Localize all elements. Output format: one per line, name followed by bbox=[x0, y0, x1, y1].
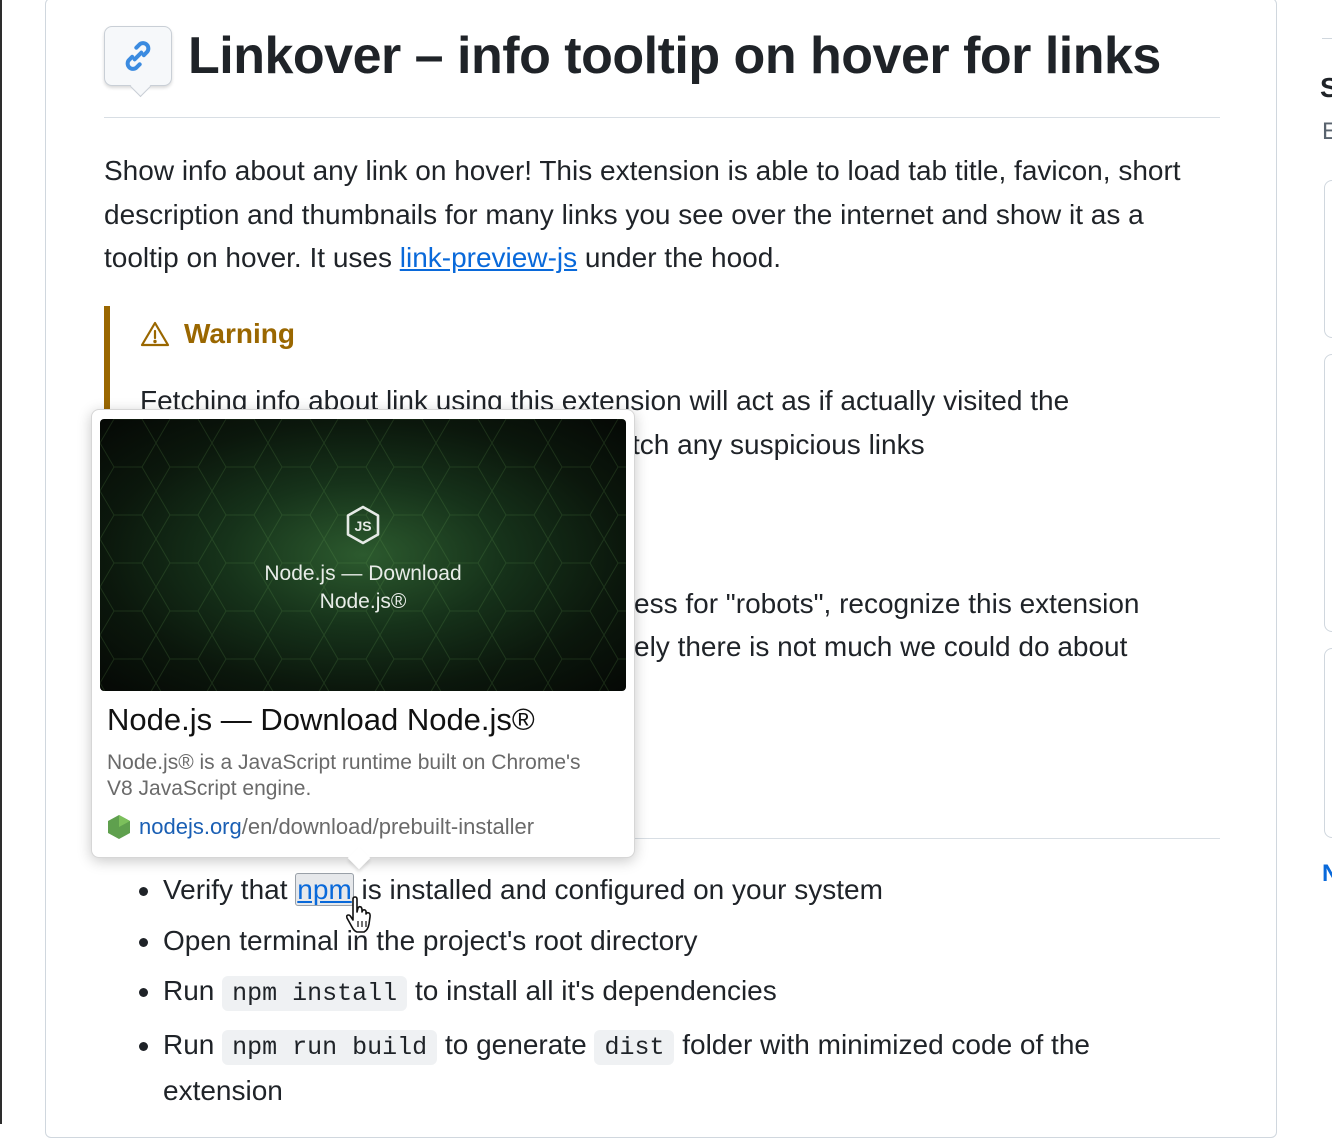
step-text: Open terminal in the project's root dire… bbox=[163, 924, 698, 956]
preview-thumbnail[interactable]: JS Node.js — Download Node.js® bbox=[100, 419, 626, 691]
step-text: is installed and configured on your syst… bbox=[353, 874, 883, 905]
list-item: Run npm install to install all it's depe… bbox=[134, 969, 1090, 1016]
preview-description: Node.js® is a JavaScript runtime built o… bbox=[107, 751, 581, 800]
link-icon bbox=[104, 26, 172, 86]
preview-url-path: /en/download/prebuilt-installer bbox=[241, 814, 535, 839]
title-divider bbox=[104, 117, 1220, 118]
list-item: Run npm run build to generate dist folde… bbox=[134, 1023, 1090, 1113]
warning-icon bbox=[140, 321, 170, 347]
build-steps-list: Verify that npm is installed and configu… bbox=[134, 868, 1090, 1120]
nodejs-favicon-icon bbox=[108, 815, 130, 839]
readme-title-row: Linkover – info tooltip on hover for lin… bbox=[104, 26, 1161, 86]
thumbnail-caption: Node.js — Download Node.js® bbox=[100, 560, 626, 616]
step-text: to generate bbox=[437, 1028, 595, 1060]
sidebar-divider bbox=[1322, 38, 1332, 39]
sidebar-heading: S bbox=[1320, 72, 1332, 103]
nodejs-logo-icon: JS bbox=[346, 505, 380, 545]
link-preview-tooltip[interactable]: JS Node.js — Download Node.js® Node.js —… bbox=[91, 409, 635, 858]
preview-title: Node.js — Download Node.js® bbox=[107, 702, 535, 737]
step-text: Run bbox=[163, 1028, 223, 1060]
list-item: Verify that npm is installed and configu… bbox=[134, 868, 1090, 912]
step-text: extension bbox=[163, 1075, 283, 1106]
sidebar-card bbox=[1324, 180, 1332, 338]
preview-url[interactable]: nodejs.org/en/download/prebuilt-installe… bbox=[107, 814, 534, 840]
intro-paragraph: Show info about any link on hover! This … bbox=[104, 149, 1214, 280]
page-title: Linkover – info tooltip on hover for lin… bbox=[188, 27, 1161, 85]
code-npm-install: npm install bbox=[222, 976, 408, 1011]
right-sidebar: S E N bbox=[1294, 0, 1332, 1124]
hand-cursor-icon bbox=[345, 896, 371, 933]
warning-title: Warning bbox=[140, 318, 295, 350]
list-item: Open terminal in the project's root dire… bbox=[134, 919, 1090, 963]
hex-pattern bbox=[100, 419, 626, 691]
step-text: to install all it's dependencies bbox=[407, 975, 777, 1006]
window-left-edge bbox=[0, 0, 2, 1124]
warning-title-text: Warning bbox=[184, 318, 295, 349]
thumbnail-caption-line: Node.js — Download bbox=[264, 562, 462, 585]
warning-text: tch any suspicious links bbox=[632, 429, 925, 460]
step-text: Verify that bbox=[163, 874, 296, 905]
thumbnail-caption-line: Node.js® bbox=[319, 590, 407, 613]
preview-url-domain: nodejs.org bbox=[139, 814, 242, 839]
code-npm-run-build: npm run build bbox=[222, 1029, 438, 1065]
sidebar-card bbox=[1324, 648, 1332, 838]
paragraph-text: ess for "robots", recognize this extensi… bbox=[634, 588, 1140, 619]
svg-text:JS: JS bbox=[354, 518, 371, 534]
link-preview-js-link[interactable]: link-preview-js bbox=[400, 242, 577, 273]
sidebar-card bbox=[1324, 354, 1332, 632]
step-text: folder with minimized code of the bbox=[674, 1028, 1090, 1060]
paragraph-text: ely there is not much we could do about bbox=[634, 631, 1128, 662]
code-dist: dist bbox=[594, 1029, 675, 1065]
intro-text-end: under the hood. bbox=[577, 242, 782, 273]
sidebar-link[interactable]: N bbox=[1322, 860, 1332, 888]
sidebar-subtext: E bbox=[1322, 118, 1332, 145]
step-text: Run bbox=[163, 975, 223, 1006]
